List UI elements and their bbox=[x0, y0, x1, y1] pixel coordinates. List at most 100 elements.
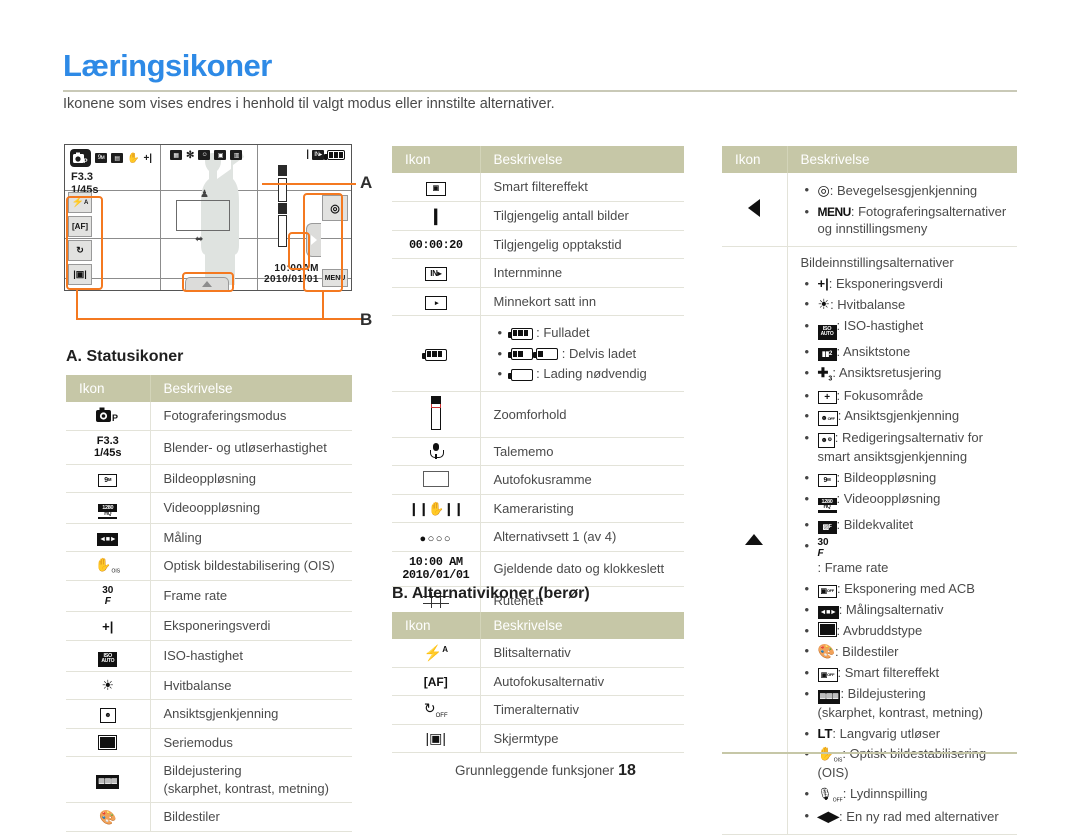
table-row: : Fulladet : Delvis ladet : Lading nødve… bbox=[392, 315, 685, 392]
row-description: Zoomforhold bbox=[480, 391, 684, 438]
list-item: : Lading nødvendig bbox=[498, 365, 685, 383]
list-item: ▣OFF: Eksponering med ACB bbox=[805, 580, 1018, 598]
table-row: ❙❙✋❙❙ Kameraristing bbox=[392, 494, 684, 524]
table-row: F3.3 1/45s Blender- og utløserhastighet bbox=[66, 430, 352, 465]
callout-bottom-tab-box bbox=[182, 272, 234, 292]
ois-icon: ✋OIS bbox=[817, 746, 843, 764]
table-row: ▸ Minnekort satt inn bbox=[392, 287, 684, 317]
col-header-description: Beskrivelse bbox=[150, 375, 352, 402]
burst-icon: ▣ bbox=[214, 150, 227, 160]
footer-label: Grunnleggende funksjoner bbox=[455, 763, 615, 778]
table-row: ☀ Hvitbalanse bbox=[66, 671, 352, 701]
intro-paragraph: Ikonene som vises endres i henhold til v… bbox=[63, 96, 555, 112]
table-row: ⚡A Blitsalternativ bbox=[392, 639, 684, 668]
list-item: ISOAUTO: ISO-hastighet bbox=[805, 317, 1018, 340]
list-item: : Avbruddstype bbox=[805, 621, 1018, 640]
af-frame-icon bbox=[176, 200, 230, 231]
group-subheading: Bildeinnstillingsalternativer bbox=[800, 254, 954, 270]
row-description: Frame rate bbox=[150, 580, 352, 613]
section-b-title: B. Alternativikoner (berør) bbox=[392, 585, 590, 602]
row-description: Smart filtereffekt bbox=[480, 173, 684, 202]
row-description: ◎: Bevegelsesgjenkjenning MENU: Fotografe… bbox=[787, 173, 1017, 247]
battery-icon bbox=[392, 315, 481, 392]
row-description: Autofokusalternativ bbox=[480, 667, 684, 697]
list-item: +: Fokusområde bbox=[805, 387, 1018, 405]
callout-b-line2 bbox=[76, 318, 362, 321]
focus-area-icon: + bbox=[817, 388, 837, 405]
row-description: Talememo bbox=[480, 437, 684, 467]
svg-text:P: P bbox=[112, 413, 118, 423]
table-row: Autofokusramme bbox=[392, 465, 684, 495]
table-row: ◄■► Måling bbox=[66, 523, 352, 553]
row-description: Tilgjengelig antall bilder bbox=[480, 201, 684, 231]
callout-b-line3 bbox=[322, 290, 325, 320]
callout-b-line1 bbox=[76, 290, 79, 320]
record-time-icon: 00:00:20 bbox=[392, 230, 481, 260]
exposure-value-icon: +| bbox=[143, 152, 153, 164]
table-row: ISO AUTO ISO-hastighet bbox=[66, 640, 352, 672]
photo-resolution-icon: 9м bbox=[817, 470, 837, 487]
metering-icon: ▦ bbox=[170, 150, 182, 160]
exposure-value-icon: +| bbox=[817, 275, 829, 291]
video-resolution-icon: 1280HQ bbox=[817, 491, 837, 513]
list-item: ✋OIS: Optisk bildestabilisering (OIS) bbox=[805, 745, 1018, 782]
table-row: Bildeinnstillingsalternativer +|: Ekspone… bbox=[722, 246, 1018, 835]
row-description: Fotograferingsmodus bbox=[150, 402, 352, 431]
list-item: ☻OFF: Ansiktsgjenkjenning bbox=[805, 407, 1018, 427]
row-description: : Fulladet : Delvis ladet : Lading nødve… bbox=[480, 315, 685, 392]
table-row: ▥▥▥ Bildejustering (skarphet, kontrast, me… bbox=[66, 756, 352, 804]
image-adjust-icon: ▥▥▥ bbox=[66, 756, 151, 804]
memory-card-icon: ▸ bbox=[392, 287, 481, 317]
aperture-value: F3.3 bbox=[71, 171, 94, 183]
table-row: IN▸ Internminne bbox=[392, 258, 684, 288]
photo-style-icon: 🎨 bbox=[66, 802, 151, 832]
row-description: ISO-hastighet bbox=[150, 640, 352, 672]
row-description: Eksponeringsverdi bbox=[150, 611, 352, 641]
zoom-ratio-indicator bbox=[278, 165, 287, 247]
option-icons-table: Ikon Beskrivelse ⚡A Blitsalternativ [AF] Au… bbox=[392, 612, 684, 754]
image-adjust-icon: ▥ bbox=[230, 150, 243, 160]
grid-line-v2 bbox=[257, 145, 258, 290]
col-header-icon: Ikon bbox=[392, 146, 481, 173]
burst-mode-icon bbox=[66, 728, 151, 758]
callout-left-buttons-box bbox=[66, 196, 103, 290]
row-description: Blitsalternativ bbox=[480, 639, 684, 668]
shots-left-icon: | bbox=[306, 149, 309, 160]
exposure-value-icon: +| bbox=[66, 611, 151, 641]
footer-page-number: 18 bbox=[618, 762, 636, 779]
photo-resolution-icon: 9м bbox=[66, 464, 151, 494]
internal-memory-icon: IN▸ bbox=[392, 258, 481, 288]
timer-option-icon: ↻OFF bbox=[392, 695, 481, 725]
list-item: 🎙OFF: Lydinnspilling bbox=[805, 785, 1018, 804]
col-header-description: Beskrivelse bbox=[480, 146, 684, 173]
camera-shake-icon: ⬌ bbox=[195, 234, 204, 245]
list-item: 9м: Bildeoppløsning bbox=[805, 469, 1018, 487]
status-icons-table: Ikon Beskrivelse P Fotograferingsmodus F3.… bbox=[66, 375, 352, 832]
iso-icon: ISOAUTO bbox=[66, 640, 151, 672]
face-tone-icon: ▮▮ 2 bbox=[817, 344, 837, 361]
video-resolution-icon: 1280HQ bbox=[66, 492, 151, 524]
table-row: P Fotograferingsmodus bbox=[66, 402, 352, 431]
white-balance-icon: ☀ bbox=[817, 296, 831, 313]
list-item: ◀▶: En ny rad med alternativer bbox=[805, 807, 1018, 826]
table-row: Seriemodus bbox=[66, 728, 352, 758]
battery-full-icon bbox=[507, 325, 533, 340]
option-set-icon: ●○○○ bbox=[392, 522, 481, 553]
callout-b-label: B bbox=[360, 310, 373, 329]
table-row: ❙ Tilgjengelig antall bilder bbox=[392, 201, 684, 231]
frame-rate-icon: 30F bbox=[66, 580, 151, 613]
af-frame-icon bbox=[392, 465, 481, 495]
metering-option-icon: ◄■► bbox=[817, 602, 839, 619]
face-detection-icon: ☻ bbox=[66, 699, 151, 729]
list-item: ▨F: Bildekvalitet bbox=[805, 516, 1018, 534]
table-row: ✋OIS Optisk bildestabilisering (OIS) bbox=[66, 551, 352, 582]
list-item: : Delvis ladet bbox=[498, 345, 685, 363]
photo-quality-icon: ▨ F bbox=[817, 517, 837, 534]
row-description: Blender- og utløserhastighet bbox=[150, 430, 352, 465]
smart-face-edit-icon: ☻ ⚙ bbox=[817, 430, 835, 449]
image-adjust-icon: ▥▥▥ bbox=[817, 686, 841, 704]
col-header-description: Beskrivelse bbox=[787, 146, 1017, 173]
grid-line-v1 bbox=[160, 145, 161, 290]
smart-filter-icon: ▣ bbox=[392, 173, 481, 202]
lcd-right-status: | IN▸ bbox=[306, 149, 345, 160]
